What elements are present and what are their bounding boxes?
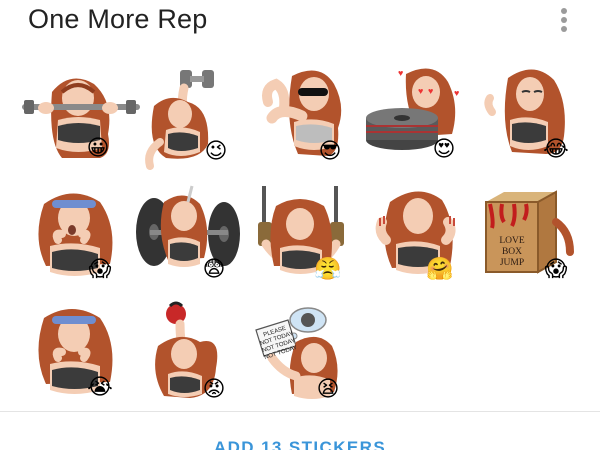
sticker-5[interactable]: 😂 (482, 62, 600, 180)
emoji-icon: 😱 (88, 257, 112, 282)
sticker-7[interactable]: 😨 (130, 182, 248, 300)
sticker-1-art (22, 78, 140, 158)
sticker-8[interactable]: 😤 (252, 182, 370, 300)
svg-text:♥: ♥ (428, 86, 433, 96)
sticker-9[interactable]: 🤗 (370, 182, 488, 300)
emoji-icon: 😭 (87, 375, 113, 400)
sticker-7-art (136, 185, 240, 267)
emoji-icon: 😎 (318, 139, 342, 164)
emoji-icon: 😫 (316, 377, 340, 402)
sticker-4[interactable]: ♥ ♥ ♥ ♥ 😍 (364, 62, 482, 180)
svg-text:♥: ♥ (398, 68, 403, 78)
sticker-13[interactable]: PLEASE NOT TODAY NOT TODAY NOT TODAY 😫 (252, 302, 370, 420)
svg-text:♥: ♥ (454, 88, 459, 98)
sticker-11-art (38, 309, 113, 394)
sticker-1[interactable]: 😀 (22, 62, 140, 180)
emoji-icon: 😂 (543, 137, 569, 162)
box-label-line-1: LOVE (499, 236, 525, 246)
sticker-6[interactable]: 😱 (22, 182, 140, 300)
sticker-grid: 😀 😉 😎 ♥ ♥ ♥ ♥ 😍 😂 😱 😨 😤 🤗 LOVE BOX JUMP … (0, 0, 600, 410)
sticker-6-art (38, 193, 113, 276)
emoji-icon: 😱 (544, 257, 568, 282)
sticker-13-art (255, 307, 338, 399)
sticker-4-art: ♥ ♥ ♥ ♥ (366, 68, 459, 150)
svg-text:♥: ♥ (418, 86, 423, 96)
box-label-line-3: JUMP (499, 258, 525, 268)
sticker-3[interactable]: 😎 (258, 62, 376, 180)
sticker-12-art (155, 301, 218, 398)
sticker-10[interactable]: LOVE BOX JUMP 😱 (480, 182, 598, 300)
emoji-icon: 😉 (204, 139, 228, 164)
sticker-11[interactable]: 😭 (22, 302, 140, 420)
sticker-3-art (262, 70, 342, 156)
emoji-icon: 😨 (202, 257, 226, 282)
emoji-icon: 😡 (202, 377, 226, 402)
sticker-5-art (484, 69, 565, 154)
sticker-2-art (145, 70, 214, 170)
sticker-8-art (258, 186, 344, 274)
add-stickers-button[interactable]: ADD 13 STICKERS (0, 412, 600, 450)
sticker-12[interactable]: 😡 (140, 301, 258, 420)
add-stickers-label: ADD 13 STICKERS (213, 438, 387, 450)
box-label-line-2: BOX (501, 247, 523, 257)
emoji-icon: 😤 (314, 257, 342, 282)
sticker-9-art (375, 191, 456, 274)
emoji-icon: 😀 (86, 136, 110, 161)
emoji-icon: 😍 (432, 137, 456, 162)
sticker-2[interactable]: 😉 (140, 62, 258, 180)
emoji-icon: 🤗 (426, 257, 454, 282)
